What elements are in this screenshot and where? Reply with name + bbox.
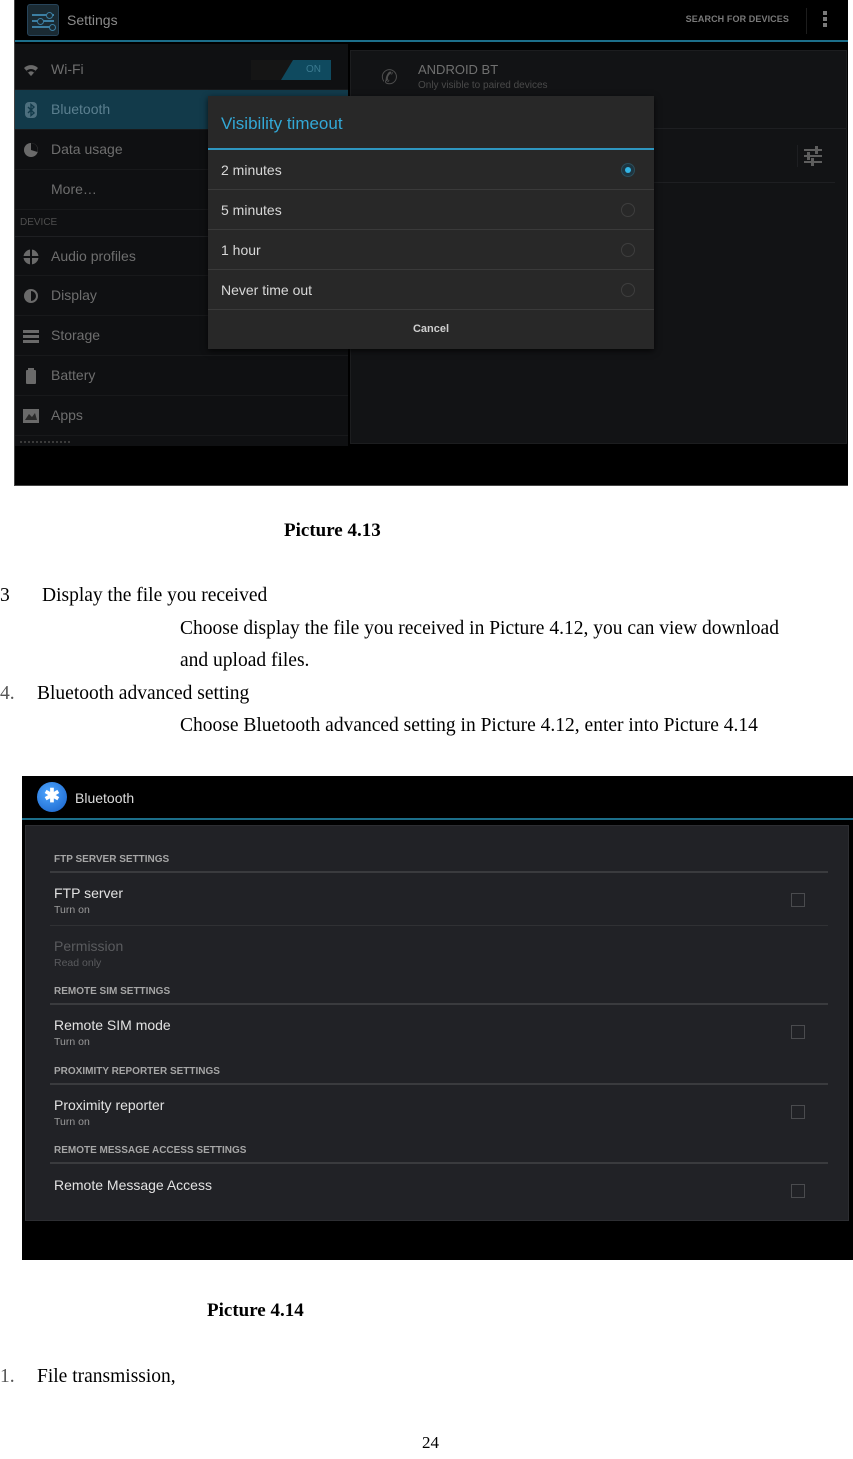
menu-item-apps[interactable]: Apps <box>15 396 348 436</box>
settings-app-icon <box>27 4 59 36</box>
section-divider <box>50 1083 828 1085</box>
section-header-device: DEVICE <box>20 217 58 228</box>
option-5-minutes[interactable]: 5 minutes <box>208 190 654 230</box>
device-settings-icon[interactable] <box>797 145 822 167</box>
radio-selected-icon[interactable] <box>621 163 635 177</box>
option-1-hour[interactable]: 1 hour <box>208 230 654 270</box>
cancel-button[interactable]: Cancel <box>208 310 654 348</box>
paragraph: Choose Bluetooth advanced setting in Pic… <box>180 715 758 736</box>
storage-icon <box>23 330 39 343</box>
toggle-state: ON <box>306 64 321 75</box>
list-item-title: File transmission, <box>37 1366 176 1387</box>
device-visibility-status: Only visible to paired devices <box>418 80 548 91</box>
menu-item-wifi[interactable]: Wi-Fi ON <box>15 50 348 90</box>
proximity-reporter-checkbox[interactable] <box>791 1105 805 1119</box>
menu-item-battery[interactable]: Battery <box>15 356 348 396</box>
paragraph: Choose display the file you received in … <box>180 618 779 639</box>
option-never-time-out[interactable]: Never time out <box>208 270 654 310</box>
list-number: 1. <box>0 1366 15 1387</box>
list-item-title: Bluetooth advanced setting <box>37 683 250 704</box>
setting-title: Remote SIM mode <box>54 1017 171 1033</box>
section-header: REMOTE SIM SETTINGS <box>54 986 171 997</box>
setting-summary: Turn on <box>54 1116 90 1128</box>
setting-summary: Turn on <box>54 904 90 916</box>
setting-title: FTP server <box>54 885 123 901</box>
setting-summary: Read only <box>54 957 102 969</box>
overflow-menu-icon[interactable] <box>823 11 827 31</box>
screenshot-picture-4-13: Settings SEARCH FOR DEVICES Wi-Fi ON Blu… <box>14 0 848 486</box>
section-divider <box>50 871 828 873</box>
action-divider <box>806 8 807 34</box>
option-label: 2 minutes <box>221 162 282 178</box>
display-icon <box>24 289 38 303</box>
system-bar <box>22 1222 853 1260</box>
option-2-minutes[interactable]: 2 minutes <box>208 150 654 190</box>
apps-icon <box>23 409 39 423</box>
device-name: ANDROID BT <box>418 62 499 77</box>
section-divider <box>50 1162 828 1164</box>
remote-sim-mode-checkbox[interactable] <box>791 1025 805 1039</box>
visibility-timeout-dialog: Visibility timeout 2 minutes 5 minutes 1… <box>208 96 654 349</box>
menu-item-label: Wi-Fi <box>51 61 84 77</box>
bluetooth-advanced-settings: FTP SERVER SETTINGS FTP server Turn on P… <box>25 825 849 1221</box>
menu-item-label: Audio profiles <box>51 248 136 264</box>
list-item-title: Display the file you received <box>42 585 268 606</box>
menu-item-label: Display <box>51 287 97 303</box>
menu-item-label: More… <box>51 181 97 197</box>
screenshot-picture-4-14: ✱ Bluetooth FTP SERVER SETTINGS FTP serv… <box>22 776 853 1260</box>
radio-unselected-icon[interactable] <box>621 203 635 217</box>
radio-unselected-icon[interactable] <box>621 243 635 257</box>
dialog-title: Visibility timeout <box>221 114 343 133</box>
paragraph: and upload files. <box>180 650 310 671</box>
wifi-icon <box>24 65 38 76</box>
wifi-toggle[interactable]: ON <box>251 60 331 80</box>
battery-icon <box>26 368 36 384</box>
figure-caption-4-13: Picture 4.13 <box>284 520 381 541</box>
search-for-devices-button[interactable]: SEARCH FOR DEVICES <box>686 14 789 24</box>
ftp-server-checkbox[interactable] <box>791 893 805 907</box>
app-title: Settings <box>67 12 118 28</box>
menu-item-label: Bluetooth <box>51 101 111 117</box>
system-bar <box>15 446 848 485</box>
action-bar: ✱ Bluetooth <box>22 776 853 820</box>
section-divider <box>50 1003 828 1005</box>
setting-title: Proximity reporter <box>54 1097 165 1113</box>
list-number: 4. <box>0 683 15 704</box>
menu-item-label: Apps <box>51 407 83 423</box>
menu-item-label: Storage <box>51 327 101 343</box>
menu-item-label: Data usage <box>51 141 123 157</box>
remote-message-access-checkbox[interactable] <box>791 1184 805 1198</box>
section-header: REMOTE MESSAGE ACCESS SETTINGS <box>54 1145 247 1156</box>
page-number: 24 <box>422 1433 439 1452</box>
option-label: Never time out <box>221 282 313 298</box>
app-title: Bluetooth <box>75 790 135 806</box>
audio-profiles-icon <box>23 249 39 265</box>
item-divider <box>50 925 828 926</box>
setting-title: Permission <box>54 938 124 954</box>
radio-unselected-icon[interactable] <box>621 283 635 297</box>
section-header: FTP SERVER SETTINGS <box>54 854 170 865</box>
section-header-personal <box>20 441 70 445</box>
figure-caption-4-14: Picture 4.14 <box>207 1300 304 1321</box>
action-bar: Settings SEARCH FOR DEVICES <box>15 0 848 42</box>
bluetooth-icon <box>25 102 37 118</box>
setting-title: Remote Message Access <box>54 1177 212 1193</box>
list-number: 3 <box>0 585 10 606</box>
data-usage-icon <box>24 143 38 157</box>
option-label: 5 minutes <box>221 202 282 218</box>
menu-item-label: Battery <box>51 367 96 383</box>
option-label: 1 hour <box>221 242 261 258</box>
section-header: PROXIMITY REPORTER SETTINGS <box>54 1066 220 1077</box>
bluetooth-logo-icon: ✱ <box>37 782 67 812</box>
phone-icon: ✆ <box>381 67 398 89</box>
setting-summary: Turn on <box>54 1036 90 1048</box>
